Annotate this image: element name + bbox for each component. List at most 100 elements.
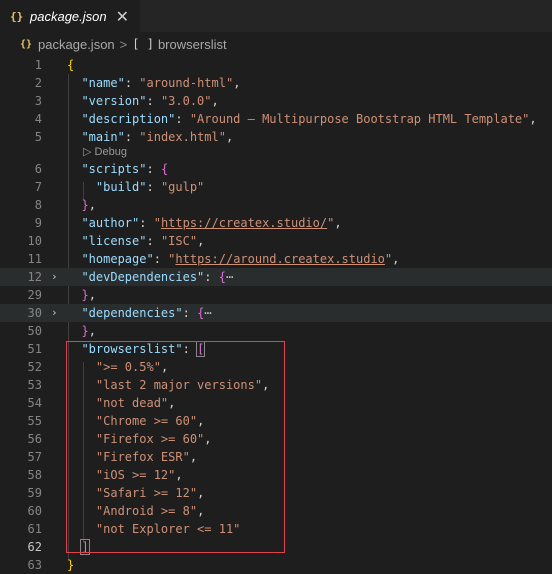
line-number: 11 [27, 252, 42, 266]
json-file-icon: {} [20, 38, 33, 50]
breadcrumb-item[interactable]: browserslist [158, 37, 227, 52]
code-line: 11 "homepage": "https://around.createx.s… [0, 250, 552, 268]
line-number: 1 [34, 58, 42, 72]
code-line: 7 "build": "gulp" [0, 178, 552, 196]
code-line: 63 } [0, 556, 552, 574]
line-number: 29 [27, 288, 42, 302]
json-string: "3.0.0" [160, 94, 212, 108]
code-line: 4 "description": "Around – Multipurpose … [0, 110, 552, 128]
codelens-line: ▷ Debug [0, 144, 552, 160]
code-line: 53 "last 2 major versions", [0, 376, 552, 394]
code-line: 61 "not Explorer <= 11" [0, 520, 552, 538]
author-link[interactable]: https://createx.studio/ [161, 216, 327, 230]
line-number: 52 [27, 360, 42, 374]
line-number: 60 [27, 504, 42, 518]
json-string: "around-html" [139, 76, 234, 90]
code-line: 59 "Safari >= 12", [0, 484, 552, 502]
code-line: 2 "name": "around-html", [0, 74, 552, 92]
code-line: 56 "Firefox >= 60", [0, 430, 552, 448]
json-key: "scripts" [81, 162, 147, 176]
code-line: 51 "browserslist": [ [0, 340, 552, 358]
homepage-link[interactable]: https://around.createx.studio [175, 252, 385, 266]
json-key: "name" [81, 76, 125, 90]
code-line: 58 "iOS >= 12", [0, 466, 552, 484]
json-string: "ISC" [160, 234, 198, 248]
line-number: 57 [27, 450, 42, 464]
code-line-current: 62 ] [0, 538, 552, 556]
json-string: "index.html" [139, 130, 226, 144]
line-number: 53 [27, 378, 42, 392]
json-key: "dependencies" [81, 306, 183, 320]
line-number: 2 [34, 76, 42, 90]
json-key: "browserslist" [81, 342, 183, 356]
chevron-right-icon: > [119, 36, 128, 52]
breadcrumb-file[interactable]: package.json [38, 37, 115, 52]
json-string: "Safari >= 12" [95, 486, 198, 500]
json-string: "gulp" [160, 180, 205, 194]
array-icon: [ ] [132, 37, 154, 51]
line-number: 56 [27, 432, 42, 446]
tab-title: package.json [30, 8, 107, 24]
line-number: 30 [27, 306, 42, 320]
json-key: "author" [81, 216, 140, 230]
code-line: 60 "Android >= 8", [0, 502, 552, 520]
line-number: 61 [27, 522, 42, 536]
line-number: 10 [27, 234, 42, 248]
line-number: 4 [34, 112, 42, 126]
json-string: "iOS >= 12" [95, 468, 176, 482]
line-number: 51 [27, 342, 42, 356]
code-line: 55 "Chrome >= 60", [0, 412, 552, 430]
line-number: 7 [34, 180, 42, 194]
json-string: "Chrome >= 60" [95, 414, 198, 428]
json-key: "version" [81, 94, 147, 108]
chevron-right-icon[interactable]: › [51, 268, 58, 286]
code-line: 57 "Firefox ESR", [0, 448, 552, 466]
line-number: 58 [27, 468, 42, 482]
code-line-folded: 12 › "devDependencies": {⋯ [0, 268, 552, 286]
json-string: "Firefox ESR" [95, 450, 190, 464]
line-number: 12 [27, 270, 42, 284]
line-number: 55 [27, 414, 42, 428]
line-number: 50 [27, 324, 42, 338]
breadcrumb: {} package.json > [ ] browserslist [0, 32, 552, 56]
line-number: 8 [34, 198, 42, 212]
json-file-icon: {} [10, 9, 24, 23]
json-string: "not Explorer <= 11" [95, 522, 241, 536]
line-number: 9 [34, 216, 42, 230]
folded-ellipsis[interactable]: ⋯ [204, 306, 211, 320]
json-key: "main" [81, 130, 125, 144]
code-line: 6 "scripts": { [0, 160, 552, 178]
tab-bar: {} package.json ✕ [0, 0, 552, 32]
close-icon[interactable]: ✕ [116, 7, 129, 26]
json-string: "Firefox >= 60" [95, 432, 205, 446]
folded-ellipsis[interactable]: ⋯ [226, 270, 233, 284]
code-line: 10 "license": "ISC", [0, 232, 552, 250]
json-key: "build" [95, 180, 147, 194]
code-line: 3 "version": "3.0.0", [0, 92, 552, 110]
code-line: 9 "author": "https://createx.studio/", [0, 214, 552, 232]
json-string: ">= 0.5%" [95, 360, 161, 374]
code-line: 50 }, [0, 322, 552, 340]
line-number: 3 [34, 94, 42, 108]
line-number: 63 [27, 558, 42, 572]
json-key: "homepage" [81, 252, 154, 266]
json-string: "last 2 major versions" [95, 378, 263, 392]
tab-package-json[interactable]: {} package.json ✕ [0, 0, 140, 32]
code-line: 29 }, [0, 286, 552, 304]
json-string: "Android >= 8" [95, 504, 198, 518]
debug-codelens[interactable]: ▷ Debug [83, 144, 127, 160]
line-number: 62 [27, 540, 42, 554]
code-line: 54 "not dead", [0, 394, 552, 412]
json-key: "description" [81, 112, 176, 126]
chevron-right-icon[interactable]: › [51, 304, 58, 322]
json-string: "Around – Multipurpose Bootstrap HTML Te… [189, 112, 530, 126]
json-key: "license" [81, 234, 147, 248]
code-line: 52 ">= 0.5%", [0, 358, 552, 376]
code-editor[interactable]: 1 { 2 "name": "around-html", 3 "version"… [0, 56, 552, 574]
json-string: "not dead" [95, 396, 169, 410]
code-line: 1 { [0, 56, 552, 74]
line-number: 59 [27, 486, 42, 500]
json-key: "devDependencies" [81, 270, 205, 284]
line-number: 6 [34, 162, 42, 176]
line-number: 54 [27, 396, 42, 410]
